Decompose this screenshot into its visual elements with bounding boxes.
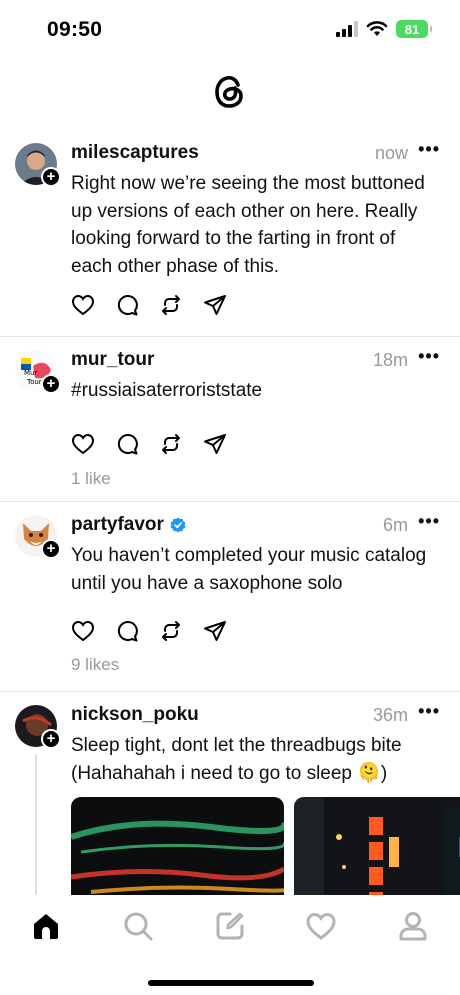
battery-icon: 81	[396, 20, 432, 38]
svg-text:Tour: Tour	[26, 378, 42, 386]
username-text[interactable]: mur_tour	[71, 349, 154, 371]
comment-icon[interactable]	[115, 432, 139, 456]
post-media[interactable]	[71, 797, 460, 895]
share-icon[interactable]	[203, 432, 227, 456]
follow-plus-icon[interactable]: +	[41, 729, 61, 749]
home-indicator[interactable]	[148, 980, 314, 986]
more-options-icon[interactable]: •••	[418, 347, 440, 365]
heart-icon[interactable]	[71, 619, 95, 643]
search-icon[interactable]	[122, 910, 154, 942]
heart-icon[interactable]	[71, 293, 95, 317]
post-timestamp: now	[374, 143, 408, 163]
follow-plus-icon[interactable]: +	[41, 539, 61, 559]
more-options-icon[interactable]: •••	[418, 702, 440, 720]
post-timestamp: 6m	[382, 515, 408, 535]
wifi-icon	[366, 21, 388, 36]
post-actions	[71, 619, 227, 643]
status-bar: 09:50 81	[0, 0, 460, 60]
post-image[interactable]	[71, 797, 284, 895]
more-options-icon[interactable]: •••	[418, 140, 440, 158]
compose-icon[interactable]	[214, 910, 246, 942]
post[interactable]: + partyfavor 6m ••• You haven’t complete…	[0, 502, 460, 692]
share-icon[interactable]	[203, 293, 227, 317]
username[interactable]: nickson_poku	[71, 704, 199, 726]
more-options-icon[interactable]: •••	[418, 512, 440, 530]
username-text[interactable]: partyfavor	[71, 514, 164, 536]
username-text[interactable]: milescaptures	[71, 142, 199, 164]
post-text: Right now we’re seeing the most buttoned…	[71, 173, 425, 277]
signal-icon	[336, 21, 358, 37]
follow-plus-icon[interactable]: +	[41, 374, 61, 394]
repost-icon[interactable]	[159, 293, 183, 317]
like-count[interactable]: 1 like	[71, 469, 111, 489]
home-icon[interactable]	[30, 910, 62, 942]
post-text: Sleep tight, dont let the threadbugs bit…	[71, 735, 402, 784]
heart-icon[interactable]	[71, 432, 95, 456]
username-text[interactable]: nickson_poku	[71, 704, 199, 726]
post-timestamp: 36m	[372, 705, 408, 725]
post-text: You haven’t completed your music catalog…	[71, 545, 427, 594]
comment-icon[interactable]	[115, 293, 139, 317]
threads-logo-icon[interactable]	[208, 70, 252, 114]
post-actions	[71, 293, 227, 317]
repost-icon[interactable]	[159, 432, 183, 456]
status-time: 09:50	[47, 18, 103, 41]
username[interactable]: milescaptures	[71, 142, 199, 164]
profile-icon[interactable]	[397, 910, 429, 942]
status-icons: 81	[336, 20, 432, 38]
repost-icon[interactable]	[159, 619, 183, 643]
verified-badge-icon	[170, 517, 186, 533]
activity-heart-icon[interactable]	[305, 910, 337, 942]
post-image[interactable]	[294, 797, 460, 895]
post[interactable]: Mur Tour + mur_tour 18m ••• #russiaisate…	[0, 337, 460, 502]
svg-text:Mur: Mur	[24, 369, 37, 377]
share-icon[interactable]	[203, 619, 227, 643]
battery-level: 81	[404, 21, 420, 37]
like-count[interactable]: 9 likes	[71, 655, 119, 675]
post-timestamp: 18m	[372, 350, 408, 370]
post-text: #russiaisaterroriststate	[71, 380, 263, 401]
username[interactable]: partyfavor	[71, 514, 186, 536]
thread-line	[35, 754, 37, 895]
post[interactable]: + milescaptures now ••• Right now we’re …	[0, 130, 460, 337]
username[interactable]: mur_tour	[71, 349, 154, 371]
post[interactable]: + nickson_poku 36m ••• Sleep tight, dont…	[0, 692, 460, 895]
follow-plus-icon[interactable]: +	[41, 167, 61, 187]
feed[interactable]: + milescaptures now ••• Right now we’re …	[0, 130, 460, 895]
comment-icon[interactable]	[115, 619, 139, 643]
post-actions	[71, 432, 227, 456]
